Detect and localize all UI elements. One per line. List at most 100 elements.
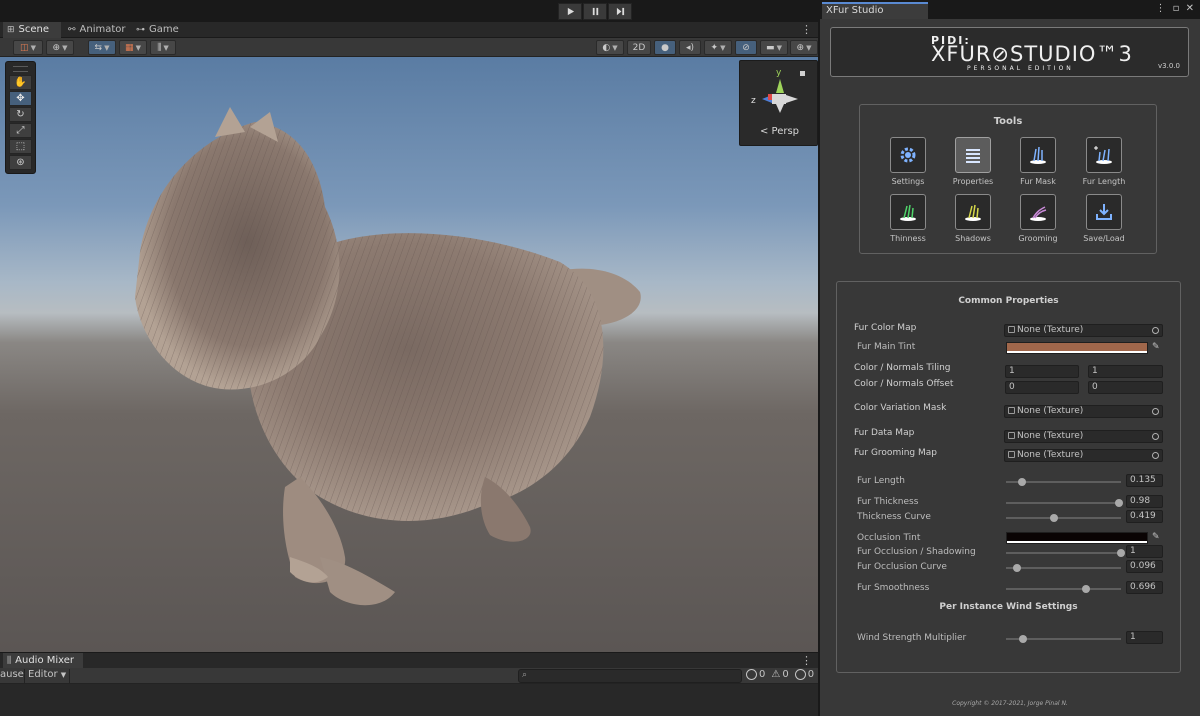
- hidden-objects-toggle[interactable]: ⊘: [735, 40, 757, 55]
- hand-icon: ✋: [14, 77, 27, 88]
- scene-menu-icon[interactable]: ⋮: [801, 23, 812, 37]
- fur-length-value[interactable]: 0.135: [1126, 474, 1163, 487]
- object-picker-icon[interactable]: [1152, 452, 1159, 459]
- scale-tool-button[interactable]: ⤢: [9, 123, 32, 138]
- play-button[interactable]: [558, 3, 582, 20]
- slider-knob[interactable]: [1017, 478, 1026, 486]
- close-icon[interactable]: ✕: [1186, 3, 1194, 14]
- fur-thickness-value[interactable]: 0.98: [1126, 495, 1163, 508]
- object-picker-icon[interactable]: [1152, 433, 1159, 440]
- color-variation-mask-field[interactable]: None (Texture): [1004, 405, 1163, 418]
- tool-fur-length[interactable]: Fur Length: [1074, 137, 1134, 186]
- search-icon: ⌕: [522, 670, 528, 680]
- tool-settings[interactable]: Settings: [878, 137, 938, 186]
- object-picker-icon[interactable]: [1152, 327, 1159, 334]
- camera-dropdown[interactable]: ▬ ▼: [760, 40, 788, 55]
- tab-scene[interactable]: ⊞ Scene: [3, 22, 61, 38]
- grid-snap-dropdown[interactable]: ▦ ▼: [119, 40, 147, 55]
- menu-kebab-icon[interactable]: ⋮: [1155, 3, 1165, 14]
- draw-mode-dropdown[interactable]: ◫ ▼: [13, 40, 43, 55]
- tool-thinness[interactable]: Thinness: [878, 194, 938, 243]
- palette-grip[interactable]: [13, 66, 28, 72]
- tool-fur-mask[interactable]: Fur Mask: [1008, 137, 1068, 186]
- hand-tool-button[interactable]: ✋: [9, 75, 32, 90]
- tab-xfur-studio-designer[interactable]: XFur Studio Designer: [822, 2, 928, 30]
- increment-snap-dropdown[interactable]: ⫼ ▼: [150, 40, 176, 55]
- tool-shadows[interactable]: Shadows: [943, 194, 1003, 243]
- lighting-toggle[interactable]: ●: [654, 40, 676, 55]
- effects-dropdown[interactable]: ✦ ▼: [704, 40, 732, 55]
- fur-main-tint-swatch[interactable]: [1006, 342, 1148, 354]
- projection-label[interactable]: < Persp: [740, 126, 818, 137]
- scene-toolbar: ◫ ▼ ⊕ ▼ ⇆ ▼ ▦ ▼ ⫼ ▼ ◐ ▼ 2D ● ◂) ✦ ▼ ⊘ ▬ ▼ ⊕ ▼: [0, 38, 818, 57]
- rotate-tool-button[interactable]: ↻: [9, 107, 32, 122]
- tiling-x-field[interactable]: 1: [1005, 365, 1079, 378]
- wind-strength-slider[interactable]: [1006, 635, 1121, 643]
- eyedropper-icon[interactable]: ✎: [1152, 531, 1164, 543]
- mixer-menu-icon[interactable]: ⋮: [801, 654, 812, 668]
- fur-smoothness-slider[interactable]: [1006, 585, 1121, 593]
- transform-tool-button[interactable]: ⊛: [9, 155, 32, 170]
- move-snap-dropdown[interactable]: ⇆ ▼: [88, 40, 116, 55]
- editor-dropdown[interactable]: Editor ▼: [24, 669, 71, 683]
- tab-animator[interactable]: ⚯ Animator: [64, 22, 128, 38]
- pause-button[interactable]: [583, 3, 607, 20]
- error-count[interactable]: 0: [794, 669, 814, 680]
- offset-y-field[interactable]: 0: [1088, 381, 1163, 394]
- gizmos-dropdown[interactable]: ⊕ ▼: [790, 40, 818, 55]
- fur-color-map-field[interactable]: None (Texture): [1004, 324, 1163, 337]
- fur-occlusion-slider[interactable]: [1006, 549, 1125, 557]
- pause-label[interactable]: ause: [0, 669, 24, 680]
- info-icon: [746, 669, 757, 680]
- slider-knob[interactable]: [1013, 564, 1022, 572]
- tool-save-load[interactable]: Save/Load: [1074, 194, 1134, 243]
- move-snap-icon: ⇆: [94, 42, 103, 53]
- properties-icon: [966, 149, 980, 163]
- tool-grooming[interactable]: Grooming: [1008, 194, 1068, 243]
- slider-knob[interactable]: [1050, 514, 1059, 522]
- tiling-y-field[interactable]: 1: [1088, 365, 1163, 378]
- occlusion-tint-swatch[interactable]: [1006, 532, 1148, 544]
- fur-occlusion-curve-value[interactable]: 0.096: [1126, 560, 1163, 573]
- move-tool-button[interactable]: ✥: [9, 91, 32, 106]
- slider-knob[interactable]: [1019, 635, 1028, 643]
- tab-audio-mixer[interactable]: ⫼ Audio Mixer: [3, 653, 83, 669]
- offset-x-field[interactable]: 0: [1005, 381, 1079, 394]
- rect-tool-button[interactable]: ⬚: [9, 139, 32, 154]
- 2d-toggle[interactable]: 2D: [627, 40, 651, 55]
- tab-game[interactable]: ⊶ Game: [132, 22, 192, 38]
- effects-icon: ✦: [710, 42, 719, 53]
- global-local-dropdown[interactable]: ⊕ ▼: [46, 40, 74, 55]
- info-count[interactable]: 0: [746, 669, 765, 680]
- audio-mixer-content: [0, 684, 818, 716]
- scene-viewport[interactable]: ✋ ✥ ↻ ⤢ ⬚ ⊛ y z < Persp: [0, 57, 818, 652]
- fur-data-map-field[interactable]: None (Texture): [1004, 430, 1163, 443]
- unity-editor: ⊞ Scene ⚯ Animator ⊶ Game ⋮ ◫ ▼ ⊕ ▼ ⇆ ▼ ▦ ▼ ⫼ ▼ …: [0, 0, 1200, 716]
- thickness-curve-value[interactable]: 0.419: [1126, 510, 1163, 523]
- shading-dropdown[interactable]: ◐ ▼: [596, 40, 624, 55]
- designer-window-controls: ⋮ ▫ ✕: [1155, 3, 1194, 14]
- tool-properties[interactable]: Properties: [943, 137, 1003, 186]
- fur-thickness-slider[interactable]: [1006, 499, 1123, 507]
- wind-strength-value[interactable]: 1: [1126, 631, 1163, 644]
- scene-orientation-gizmo[interactable]: y z < Persp: [739, 60, 818, 146]
- fur-occlusion-value[interactable]: 1: [1126, 545, 1163, 558]
- warning-count[interactable]: ⚠ 0: [771, 669, 788, 680]
- fur-occlusion-curve-slider[interactable]: [1006, 564, 1121, 572]
- grooming-icon: [1030, 206, 1047, 221]
- step-button[interactable]: [608, 3, 632, 20]
- slider-knob[interactable]: [1117, 549, 1125, 557]
- slider-knob[interactable]: [1114, 499, 1123, 507]
- eyedropper-icon[interactable]: ✎: [1152, 341, 1164, 353]
- slider-knob[interactable]: [1082, 585, 1091, 593]
- fur-length-slider[interactable]: [1006, 478, 1121, 486]
- fur-mask-icon: [1030, 146, 1046, 164]
- audio-toggle[interactable]: ◂): [679, 40, 701, 55]
- fur-smoothness-value[interactable]: 0.696: [1126, 581, 1163, 594]
- xfur-designer-panel: PIDI: XFUR⊘STUDIO™3 PERSONAL EDITION v3.…: [820, 19, 1200, 716]
- thickness-curve-slider[interactable]: [1006, 514, 1121, 522]
- mixer-search-input[interactable]: ⌕: [518, 669, 742, 683]
- object-picker-icon[interactable]: [1152, 408, 1159, 415]
- fur-grooming-map-field[interactable]: None (Texture): [1004, 449, 1163, 462]
- maximize-icon[interactable]: ▫: [1173, 3, 1180, 14]
